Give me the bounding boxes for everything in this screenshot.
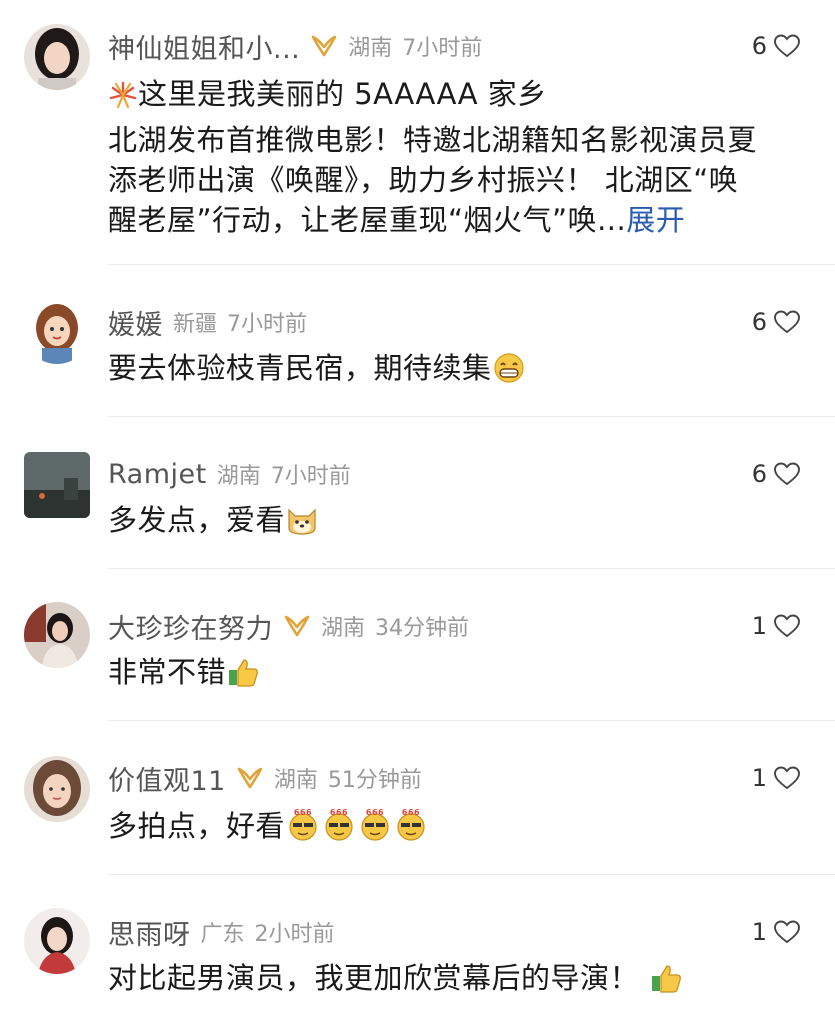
- svg-text:666: 666: [402, 808, 420, 817]
- divider: [108, 568, 835, 569]
- comment-line: 这里是我美丽的 5AAAAA 家乡: [138, 77, 547, 111]
- username[interactable]: 神仙姐姐和小...: [108, 27, 300, 66]
- location: 湖南: [273, 768, 318, 793]
- like-count: 6: [751, 460, 767, 488]
- comment-line: 对比起男演员，我更加欣赏幕后的导演！: [108, 961, 640, 995]
- timestamp: 2小时前: [254, 922, 335, 947]
- like-button[interactable]: 1: [752, 606, 801, 646]
- timestamp: 34分钟前: [375, 616, 470, 641]
- location: 湖南: [216, 464, 261, 489]
- avatar[interactable]: [24, 756, 90, 822]
- comment-line: 非常不错: [108, 655, 227, 689]
- comment-text: 非常不错: [108, 652, 808, 698]
- comment-line: 醒老屋”行动，让老屋重现“烟火气”唤...: [108, 203, 627, 237]
- heart-outline-icon: [774, 310, 800, 334]
- comment-line: 添老师出演《唤醒》，助力乡村振兴！ 北湖区“唤: [108, 163, 739, 197]
- comment-header: 媛媛 新疆 7小时前: [108, 302, 307, 342]
- timestamp: 7小时前: [270, 464, 351, 489]
- divider: [108, 416, 835, 417]
- comment-text: 这里是我美丽的 5AAAAA 家乡 北湖发布首推微电影！特邀北湖籍知名影视演员夏…: [108, 74, 808, 240]
- comment-header: 思雨呀 广东 2小时前: [108, 912, 335, 952]
- username[interactable]: 大珍珍在努力: [108, 607, 273, 646]
- emoji-666-icon: 666: [357, 806, 393, 852]
- heart-outline-icon: [774, 462, 800, 486]
- like-count: 6: [751, 308, 767, 336]
- comment-text: 要去体验枝青民宿，期待续集: [108, 348, 808, 394]
- comment-header: 大珍珍在努力 湖南 34分钟前: [108, 606, 469, 646]
- timestamp: 7小时前: [402, 36, 483, 61]
- comment-line: 多拍点，好看: [108, 809, 286, 843]
- like-button[interactable]: 6: [752, 302, 801, 342]
- username[interactable]: 价值观11: [108, 759, 226, 798]
- comment-text: 对比起男演员，我更加欣赏幕后的导演！: [108, 958, 808, 1004]
- heart-outline-icon: [774, 920, 800, 944]
- heart-outline-icon: [774, 34, 800, 58]
- like-button[interactable]: 6: [752, 26, 801, 66]
- emoji-666-icon: 666: [321, 806, 357, 852]
- location: 广东: [200, 922, 245, 947]
- like-button[interactable]: 6: [752, 454, 801, 494]
- svg-text:666: 666: [294, 808, 312, 817]
- avatar[interactable]: [24, 602, 90, 668]
- comment-header: 神仙姐姐和小... 湖南 7小时前: [108, 26, 482, 66]
- svg-text:666: 666: [366, 808, 384, 817]
- username[interactable]: 思雨呀: [108, 913, 191, 952]
- location: 湖南: [348, 36, 393, 61]
- timestamp: 51分钟前: [327, 768, 422, 793]
- location: 湖南: [321, 616, 366, 641]
- svg-text:666: 666: [330, 808, 348, 817]
- doge-emoji-icon: [285, 504, 319, 546]
- firework-icon: [108, 80, 138, 120]
- like-count: 1: [751, 918, 767, 946]
- thumbs-up-icon: [226, 656, 260, 698]
- comment-header: Ramjet 湖南 7小时前: [108, 454, 351, 494]
- expand-link[interactable]: 展开: [626, 203, 685, 237]
- like-count: 1: [751, 612, 767, 640]
- comment-list: 神仙姐姐和小... 湖南 7小时前 6 这里是我美丽的 5AAAAA 家乡 北湖…: [0, 0, 835, 1022]
- heart-outline-icon: [774, 766, 800, 790]
- avatar[interactable]: [24, 452, 90, 518]
- thumbs-up-icon: [649, 962, 683, 1004]
- membership-badge-icon: [236, 765, 264, 791]
- divider: [108, 874, 835, 875]
- username[interactable]: Ramjet: [108, 459, 207, 490]
- grin-emoji-icon: [492, 352, 526, 394]
- comment-text: 多拍点，好看 666 666 666 666: [108, 806, 808, 852]
- comment-line: 北湖发布首推微电影！特邀北湖籍知名影视演员夏: [108, 123, 758, 157]
- avatar[interactable]: [24, 298, 90, 364]
- divider: [108, 720, 835, 721]
- avatar[interactable]: [24, 908, 90, 974]
- like-button[interactable]: 1: [752, 912, 801, 952]
- like-count: 1: [751, 764, 767, 792]
- divider: [108, 264, 835, 265]
- timestamp: 7小时前: [227, 312, 308, 337]
- comment-text: 多发点，爱看: [108, 500, 808, 546]
- username[interactable]: 媛媛: [108, 303, 163, 342]
- like-count: 6: [751, 32, 767, 60]
- like-button[interactable]: 1: [752, 758, 801, 798]
- heart-outline-icon: [774, 614, 800, 638]
- location: 新疆: [173, 312, 218, 337]
- comment-header: 价值观11 湖南 51分钟前: [108, 758, 422, 798]
- emoji-666-icon: 666: [285, 806, 321, 852]
- membership-badge-icon: [310, 33, 338, 59]
- emoji-666-icon: 666: [393, 806, 429, 852]
- avatar[interactable]: [24, 24, 90, 90]
- comment-line: 要去体验枝青民宿，期待续集: [108, 351, 492, 385]
- comment-line: 多发点，爱看: [108, 503, 286, 537]
- membership-badge-icon: [283, 613, 311, 639]
